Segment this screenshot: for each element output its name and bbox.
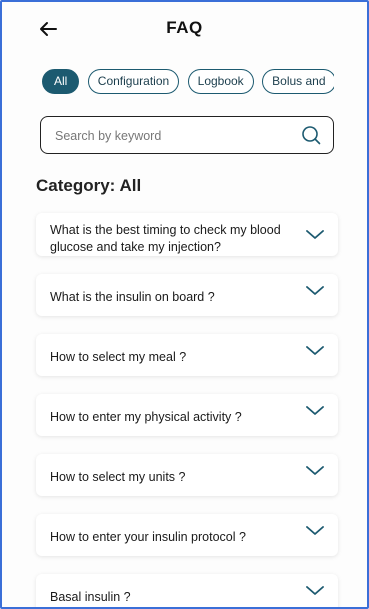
- faq-question: Basal insulin ?: [50, 590, 131, 604]
- faq-item[interactable]: What is the best timing to check my bloo…: [36, 213, 338, 256]
- chevron-down-icon[interactable]: [306, 525, 324, 537]
- faq-item[interactable]: How to select my meal ?: [36, 334, 338, 376]
- chevron-down-icon[interactable]: [306, 585, 324, 597]
- chip-all[interactable]: All: [42, 69, 80, 94]
- faq-item[interactable]: What is the insulin on board ?: [36, 274, 338, 316]
- header: FAQ: [2, 14, 367, 46]
- faq-question: What is the insulin on board ?: [50, 290, 215, 304]
- faq-question: How to enter your insulin protocol ?: [50, 530, 246, 544]
- faq-item[interactable]: Basal insulin ?: [36, 574, 338, 607]
- faq-item[interactable]: How to enter your insulin protocol ?: [36, 514, 338, 556]
- page-title: FAQ: [166, 18, 203, 37]
- faq-question: How to select my units ?: [50, 470, 186, 484]
- chevron-down-icon[interactable]: [306, 465, 324, 477]
- chevron-down-icon[interactable]: [306, 285, 324, 297]
- faq-list: What is the best timing to check my bloo…: [36, 213, 338, 607]
- search-input[interactable]: [55, 126, 285, 146]
- faq-question: How to select my meal ?: [50, 350, 187, 364]
- faq-question: How to enter my physical activity ?: [50, 410, 242, 424]
- search-icon[interactable]: [301, 125, 321, 145]
- chip-configuration[interactable]: Configuration: [87, 69, 180, 94]
- app-frame: FAQ All Configuration Logbook Bolus and …: [0, 0, 369, 609]
- chevron-down-icon[interactable]: [306, 405, 324, 417]
- category-heading: Category: All: [36, 176, 142, 195]
- category-filter-chips: All Configuration Logbook Bolus and: [42, 69, 334, 95]
- search-box: [40, 116, 334, 154]
- chip-bolus[interactable]: Bolus and: [262, 69, 334, 94]
- chevron-down-icon[interactable]: [306, 229, 324, 241]
- chevron-down-icon[interactable]: [306, 345, 324, 357]
- faq-item[interactable]: How to enter my physical activity ?: [36, 394, 338, 436]
- chip-logbook[interactable]: Logbook: [187, 69, 254, 94]
- faq-item[interactable]: How to select my units ?: [36, 454, 338, 496]
- faq-question: What is the best timing to check my bloo…: [50, 223, 281, 254]
